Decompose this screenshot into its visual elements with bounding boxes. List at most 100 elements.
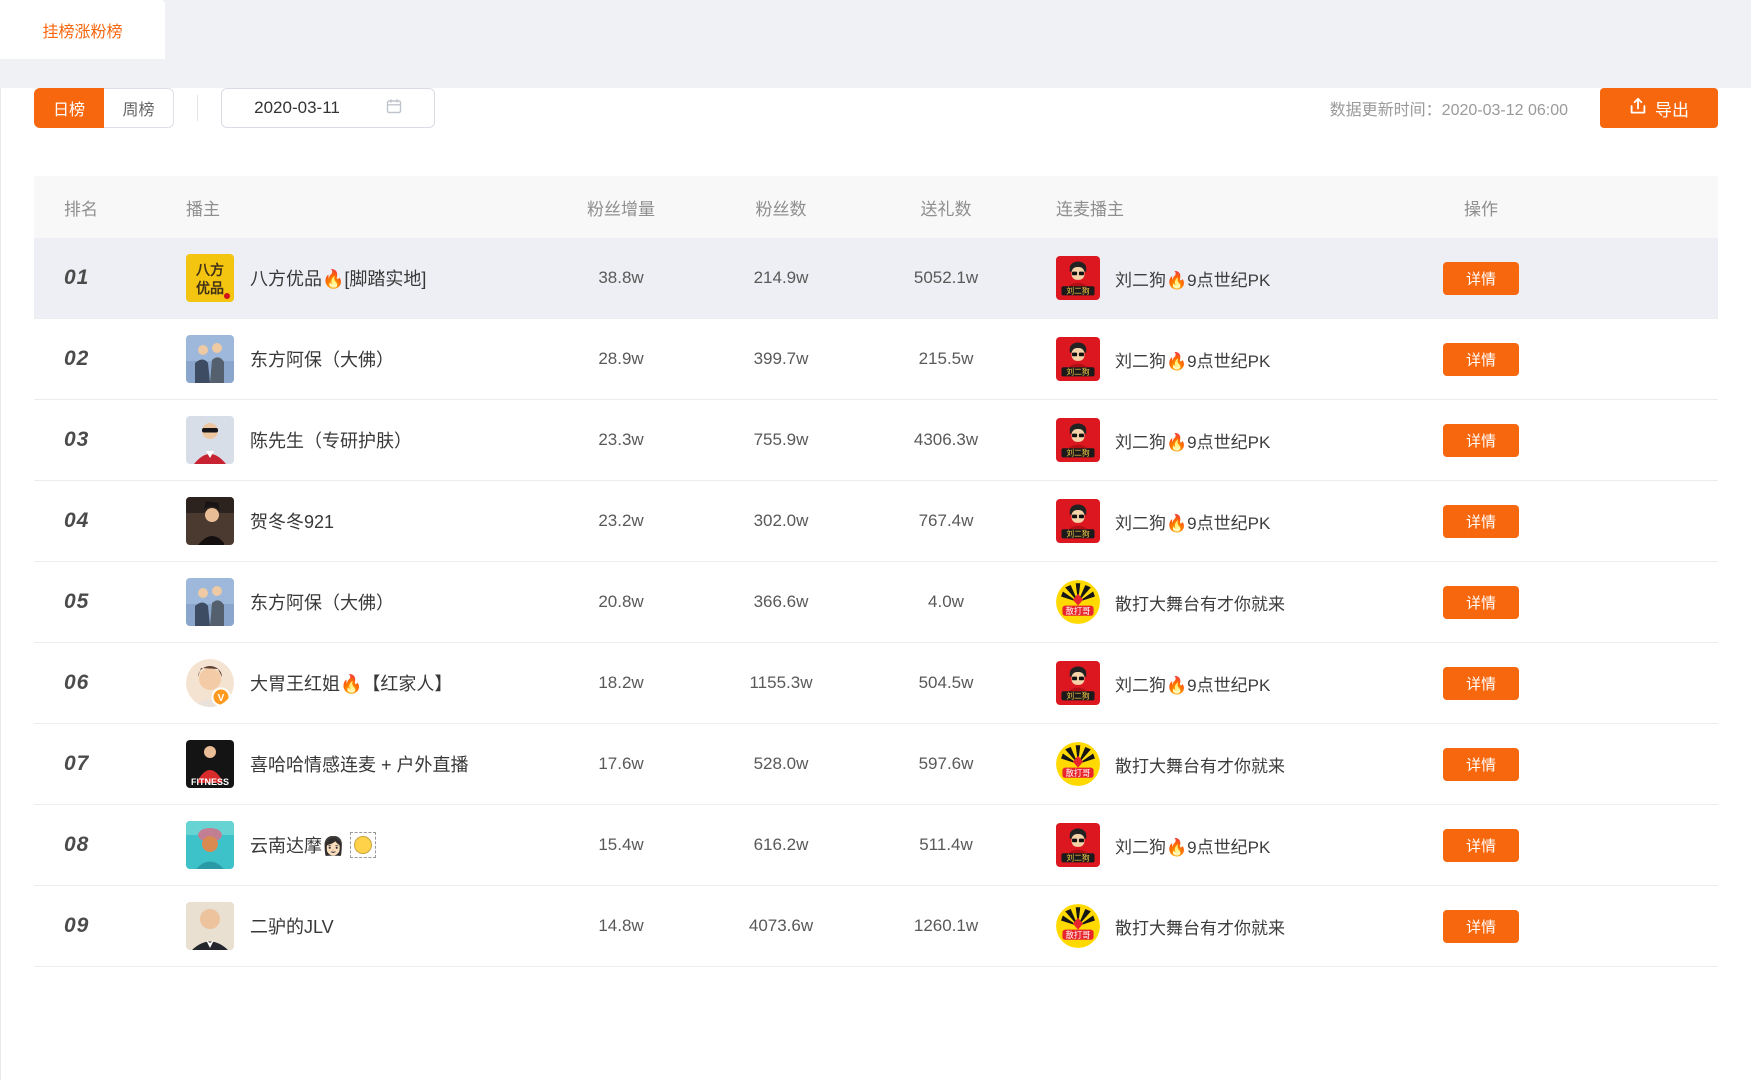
gifts-value: 4306.3w	[866, 430, 1026, 450]
gifts-value: 511.4w	[866, 835, 1026, 855]
linked-avatar[interactable]: 刘二狗	[1056, 256, 1100, 300]
broadcaster-avatar[interactable]: 八方优品	[186, 254, 234, 302]
fans-total-value: 755.9w	[696, 430, 866, 450]
rank-cell: 06	[34, 671, 144, 695]
detail-button[interactable]: 详情	[1443, 667, 1519, 700]
linked-avatar[interactable]: 散打哥	[1056, 742, 1100, 786]
detail-button[interactable]: 详情	[1443, 910, 1519, 943]
linked-broadcaster-cell: 刘二狗 刘二狗🔥9点世纪PK	[1026, 499, 1426, 543]
linked-broadcaster-name[interactable]: 刘二狗🔥9点世纪PK	[1115, 428, 1270, 453]
linked-broadcaster-name[interactable]: 刘二狗🔥9点世纪PK	[1115, 833, 1270, 858]
export-icon	[1629, 97, 1647, 120]
tab-hanging-fans-rank[interactable]: 挂榜涨粉榜	[0, 0, 165, 59]
rank-number: 03	[64, 428, 89, 451]
linked-broadcaster-name[interactable]: 刘二狗🔥9点世纪PK	[1115, 347, 1270, 372]
broadcaster-avatar[interactable]: V	[186, 659, 234, 707]
linked-broadcaster-name[interactable]: 散打大舞台有才你就来	[1115, 590, 1285, 615]
rank-cell: 09	[34, 914, 144, 938]
fans-increase-value: 15.4w	[546, 835, 696, 855]
broadcaster-name[interactable]: 东方阿保（大佛）	[250, 589, 394, 615]
gifts-value: 504.5w	[866, 673, 1026, 693]
fans-increase-value: 18.2w	[546, 673, 696, 693]
rank-cell: 03	[34, 428, 144, 452]
rank-number: 08	[64, 833, 89, 856]
linked-avatar[interactable]: 刘二狗	[1056, 418, 1100, 462]
linked-avatar[interactable]: 刘二狗	[1056, 337, 1100, 381]
table-row: 05 东方阿保（大佛） 20.8w 366.6w 4.0w 散打哥 散打大舞台有…	[34, 562, 1718, 643]
linked-broadcaster-name[interactable]: 刘二狗🔥9点世纪PK	[1115, 266, 1270, 291]
svg-text:刘二狗: 刘二狗	[1066, 691, 1090, 701]
detail-button[interactable]: 详情	[1443, 829, 1519, 862]
linked-avatar[interactable]: 刘二狗	[1056, 823, 1100, 867]
broadcaster-name[interactable]: 陈先生（专研护肤）	[250, 427, 412, 453]
detail-button[interactable]: 详情	[1443, 343, 1519, 376]
detail-button[interactable]: 详情	[1443, 748, 1519, 781]
broadcaster-cell: V 大胃王红姐🔥【红家人】	[144, 659, 546, 707]
action-cell: 详情	[1426, 262, 1536, 295]
export-button[interactable]: 导出	[1600, 88, 1718, 128]
broadcaster-avatar[interactable]	[186, 335, 234, 383]
header-broadcaster: 播主	[144, 195, 546, 220]
detail-button[interactable]: 详情	[1443, 586, 1519, 619]
broadcaster-avatar[interactable]	[186, 497, 234, 545]
linked-avatar[interactable]: 刘二狗	[1056, 661, 1100, 705]
svg-text:刘二狗: 刘二狗	[1066, 529, 1090, 539]
broadcaster-avatar[interactable]	[186, 821, 234, 869]
rank-number: 06	[64, 671, 89, 694]
broadcaster-avatar[interactable]: FITNESS	[186, 740, 234, 788]
detail-button[interactable]: 详情	[1443, 505, 1519, 538]
data-update-time: 数据更新时间：2020-03-12 06:00	[1330, 96, 1568, 120]
broadcaster-avatar[interactable]	[186, 902, 234, 950]
broadcaster-avatar[interactable]	[186, 578, 234, 626]
broadcaster-name[interactable]: 二驴的JLV	[250, 913, 334, 939]
fans-total-value: 616.2w	[696, 835, 866, 855]
linked-broadcaster-name[interactable]: 散打大舞台有才你就来	[1115, 914, 1285, 939]
detail-button[interactable]: 详情	[1443, 262, 1519, 295]
broadcaster-cell: 八方优品 八方优品🔥[脚踏实地]	[144, 254, 546, 302]
broadcaster-name[interactable]: 云南达摩👩🏻	[250, 832, 344, 858]
action-cell: 详情	[1426, 424, 1536, 457]
fans-increase-value: 28.9w	[546, 349, 696, 369]
broadcaster-name[interactable]: 大胃王红姐🔥【红家人】	[250, 670, 452, 696]
table-row: 09 二驴的JLV 14.8w 4073.6w 1260.1w 散打哥 散打大舞…	[34, 886, 1718, 967]
broadcaster-name[interactable]: 贺冬冬921	[250, 508, 334, 534]
header-action: 操作	[1426, 195, 1536, 220]
gifts-value: 1260.1w	[866, 916, 1026, 936]
linked-avatar[interactable]: 散打哥	[1056, 904, 1100, 948]
linked-broadcaster-cell: 刘二狗 刘二狗🔥9点世纪PK	[1026, 256, 1426, 300]
broadcaster-name[interactable]: 东方阿保（大佛）	[250, 346, 394, 372]
linked-broadcaster-cell: 刘二狗 刘二狗🔥9点世纪PK	[1026, 661, 1426, 705]
rank-number: 09	[64, 914, 89, 937]
date-value: 2020-03-11	[254, 98, 340, 118]
rank-period-segmented-control: 日榜 周榜	[34, 88, 174, 128]
linked-broadcaster-name[interactable]: 散打大舞台有才你就来	[1115, 752, 1285, 777]
action-cell: 详情	[1426, 748, 1536, 781]
svg-text:八方: 八方	[195, 262, 224, 278]
table-row: 06 V 大胃王红姐🔥【红家人】 18.2w 1155.3w 504.5w 刘二…	[34, 643, 1718, 724]
fans-increase-value: 20.8w	[546, 592, 696, 612]
detail-button[interactable]: 详情	[1443, 424, 1519, 457]
broadcaster-cell: FITNESS 喜哈哈情感连麦 + 户外直播	[144, 740, 546, 788]
linked-broadcaster-cell: 刘二狗 刘二狗🔥9点世纪PK	[1026, 823, 1426, 867]
linked-avatar[interactable]: 散打哥	[1056, 580, 1100, 624]
linked-broadcaster-name[interactable]: 刘二狗🔥9点世纪PK	[1115, 671, 1270, 696]
broadcaster-name[interactable]: 喜哈哈情感连麦 + 户外直播	[250, 751, 469, 777]
linked-broadcaster-name[interactable]: 刘二狗🔥9点世纪PK	[1115, 509, 1270, 534]
broadcaster-avatar[interactable]	[186, 416, 234, 464]
date-picker[interactable]: 2020-03-11	[221, 88, 435, 128]
linked-broadcaster-cell: 刘二狗 刘二狗🔥9点世纪PK	[1026, 418, 1426, 462]
rank-number: 07	[64, 752, 89, 775]
fans-increase-value: 23.2w	[546, 511, 696, 531]
broadcaster-name[interactable]: 八方优品🔥[脚踏实地]	[250, 265, 426, 291]
weekly-rank-button[interactable]: 周榜	[104, 88, 174, 128]
rank-cell: 02	[34, 347, 144, 371]
svg-text:散打哥: 散打哥	[1066, 606, 1091, 616]
broadcaster-cell: 贺冬冬921	[144, 497, 546, 545]
fans-total-value: 302.0w	[696, 511, 866, 531]
table-body: 01 八方优品 八方优品🔥[脚踏实地] 38.8w 214.9w 5052.1w…	[34, 238, 1718, 967]
update-time-label: 数据更新时间：	[1330, 102, 1442, 119]
linked-avatar[interactable]: 刘二狗	[1056, 499, 1100, 543]
rank-number: 05	[64, 590, 89, 613]
daily-rank-button[interactable]: 日榜	[34, 88, 104, 128]
action-cell: 详情	[1426, 505, 1536, 538]
